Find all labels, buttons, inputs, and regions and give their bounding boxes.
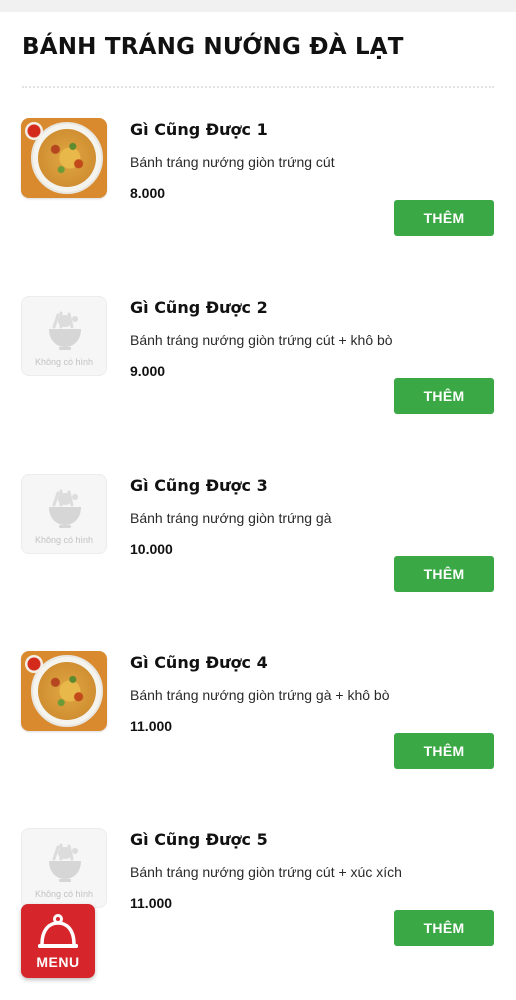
no-image-placeholder[interactable]: Không có hình bbox=[21, 828, 107, 908]
add-button[interactable]: THÊM bbox=[394, 733, 494, 769]
item-name: Gì Cũng Được 1 bbox=[130, 120, 268, 139]
item-price: 11.000 bbox=[130, 895, 173, 911]
no-image-label: Không có hình bbox=[34, 535, 94, 545]
menu-item: Gì Cũng Được 4 Bánh tráng nướng giòn trứ… bbox=[0, 651, 516, 811]
food bbox=[38, 129, 96, 187]
menu-item: Không có hình Gì Cũng Được 3 Bánh tráng … bbox=[0, 474, 516, 634]
sauce-dish bbox=[25, 655, 43, 673]
top-strip bbox=[0, 0, 516, 12]
item-description: Bánh tráng nướng giòn trứng gà bbox=[130, 510, 332, 526]
no-image-label: Không có hình bbox=[34, 357, 94, 367]
add-button[interactable]: THÊM bbox=[394, 200, 494, 236]
item-name: Gì Cũng Được 4 bbox=[130, 653, 268, 672]
item-price: 9.000 bbox=[130, 363, 166, 379]
item-price: 10.000 bbox=[130, 541, 173, 557]
menu-item: Không có hình Gì Cũng Được 2 Bánh tráng … bbox=[0, 296, 516, 456]
menu-button[interactable]: MENU bbox=[21, 904, 95, 978]
no-image-placeholder[interactable]: Không có hình bbox=[21, 474, 107, 554]
item-description: Bánh tráng nướng giòn trứng cút + khô bò bbox=[130, 332, 393, 348]
food bbox=[38, 662, 96, 720]
item-price: 8.000 bbox=[130, 185, 166, 201]
section-divider bbox=[22, 86, 494, 88]
food-bowl-icon bbox=[49, 489, 81, 528]
no-image-placeholder[interactable]: Không có hình bbox=[21, 296, 107, 376]
menu-item: Gì Cũng Được 1 Bánh tráng nướng giòn trứ… bbox=[0, 118, 516, 278]
item-name: Gì Cũng Được 3 bbox=[130, 476, 268, 495]
sauce-dish bbox=[25, 122, 43, 140]
item-description: Bánh tráng nướng giòn trứng cút bbox=[130, 154, 335, 170]
food-bowl-icon bbox=[49, 843, 81, 882]
food-photo[interactable] bbox=[21, 651, 107, 731]
add-button[interactable]: THÊM bbox=[394, 556, 494, 592]
food-photo[interactable] bbox=[21, 118, 107, 198]
section-title: BÁNH TRÁNG NƯỚNG ĐÀ LẠT bbox=[22, 34, 404, 60]
add-button[interactable]: THÊM bbox=[394, 378, 494, 414]
menu-label: MENU bbox=[36, 954, 80, 970]
item-name: Gì Cũng Được 5 bbox=[130, 830, 268, 849]
item-name: Gì Cũng Được 2 bbox=[130, 298, 268, 317]
food-bowl-icon bbox=[49, 311, 81, 350]
item-description: Bánh tráng nướng giòn trứng cút + xúc xí… bbox=[130, 864, 402, 880]
item-price: 11.000 bbox=[130, 718, 173, 734]
add-button[interactable]: THÊM bbox=[394, 910, 494, 946]
cloche-icon bbox=[38, 914, 78, 948]
item-description: Bánh tráng nướng giòn trứng gà + khô bò bbox=[130, 687, 390, 703]
no-image-label: Không có hình bbox=[34, 889, 94, 899]
